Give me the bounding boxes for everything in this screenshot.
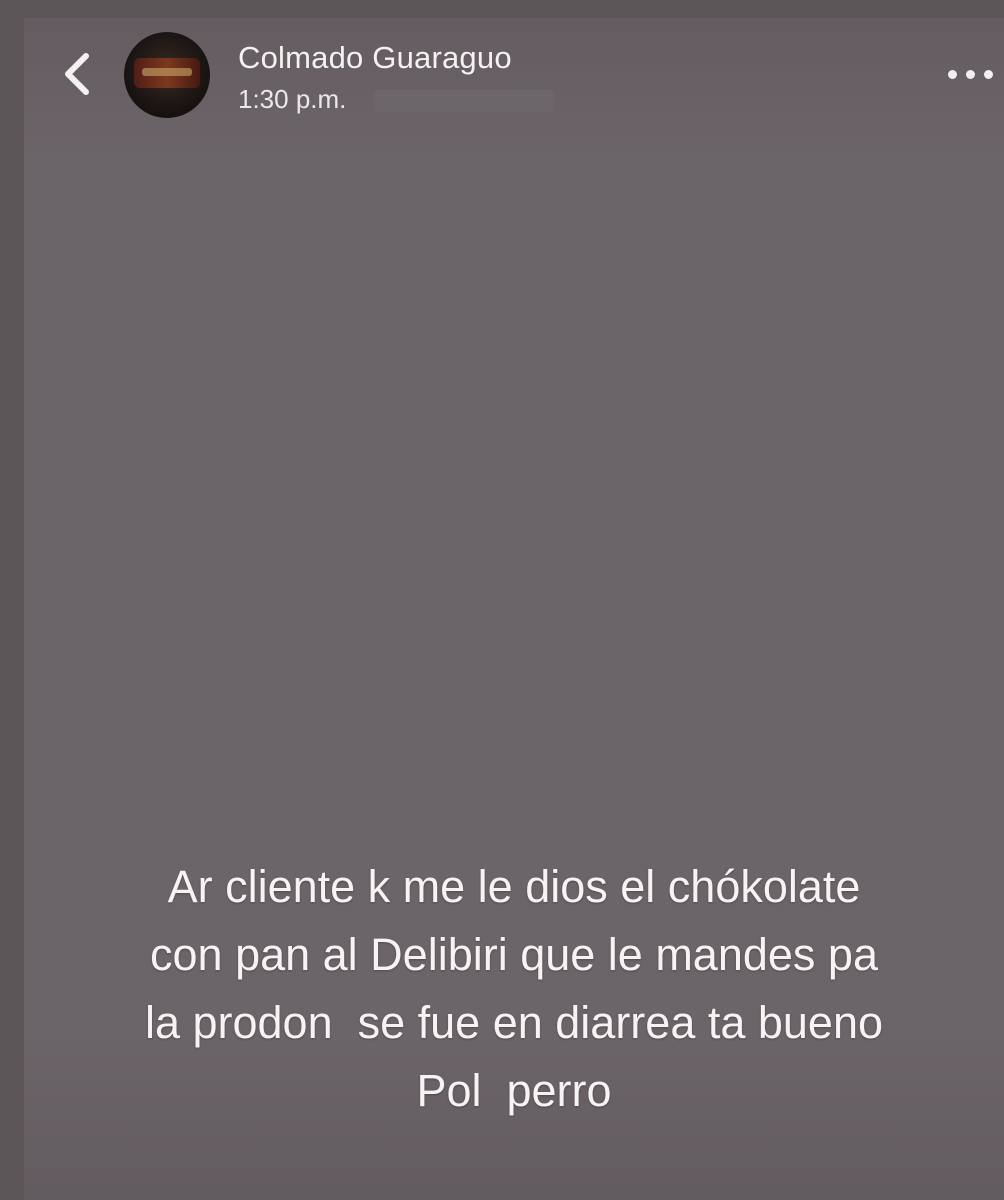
caption-line: la prodon se fue en diarrea ta bueno: [144, 997, 884, 1048]
more-horizontal-icon-dot: [984, 70, 993, 79]
timestamp: 1:30 p.m.: [238, 84, 347, 114]
back-button[interactable]: [58, 48, 98, 100]
story-header: Colmado Guaraguo 1:30 p.m.: [24, 18, 1004, 138]
more-options-button[interactable]: [942, 64, 1002, 86]
screen: Colmado Guaraguo 1:30 p.m. Ar cliente k …: [0, 0, 1004, 1200]
caption-line: con pan al Delibiri que le mandes pa: [150, 929, 878, 980]
account-name[interactable]: Colmado Guaraguo: [238, 40, 512, 76]
chevron-left-icon: [65, 53, 89, 95]
timestamp-backdrop: [374, 90, 554, 112]
caption-line: Pol perro: [416, 1065, 612, 1116]
avatar-logo-detail: [142, 68, 192, 76]
caption-line: Ar cliente k me le dios el chókolate: [167, 861, 861, 912]
story-caption: Ar cliente k me le dios el chókolate con…: [54, 853, 974, 1125]
story-view[interactable]: Colmado Guaraguo 1:30 p.m. Ar cliente k …: [24, 18, 1004, 1200]
avatar[interactable]: [124, 32, 210, 118]
more-horizontal-icon: [948, 70, 957, 79]
more-horizontal-icon-dot: [966, 70, 975, 79]
